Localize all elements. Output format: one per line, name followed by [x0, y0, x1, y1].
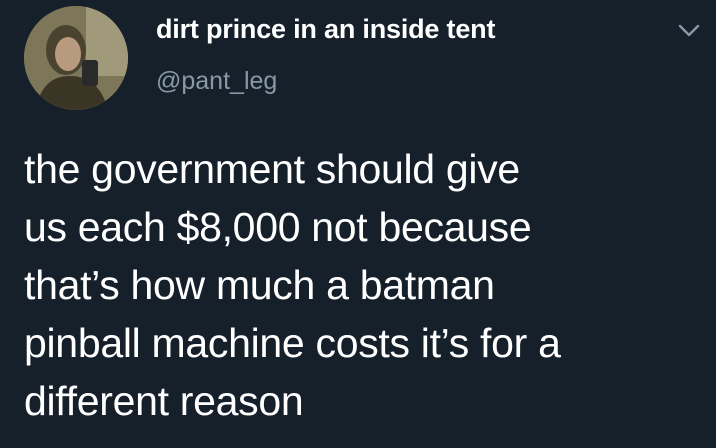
tweet-text-line: that’s how much a batman: [24, 262, 495, 308]
tweet-text-line: pinball machine costs it’s for a: [24, 320, 561, 366]
tweet-text: the government should give us each $8,00…: [24, 140, 704, 430]
user-handle[interactable]: @pant_leg: [156, 67, 277, 96]
avatar-photo: [24, 6, 128, 110]
tweet-text-line: the government should give: [24, 146, 520, 192]
avatar[interactable]: [24, 6, 128, 110]
chevron-down-icon[interactable]: [676, 20, 702, 40]
tweet-text-line: us each $8,000 not because: [24, 204, 532, 250]
tweet-text-line: different reason: [24, 378, 304, 424]
display-name[interactable]: dirt prince in an inside tent: [156, 14, 495, 45]
tweet-card: dirt prince in an inside tent @pant_leg …: [0, 0, 716, 448]
